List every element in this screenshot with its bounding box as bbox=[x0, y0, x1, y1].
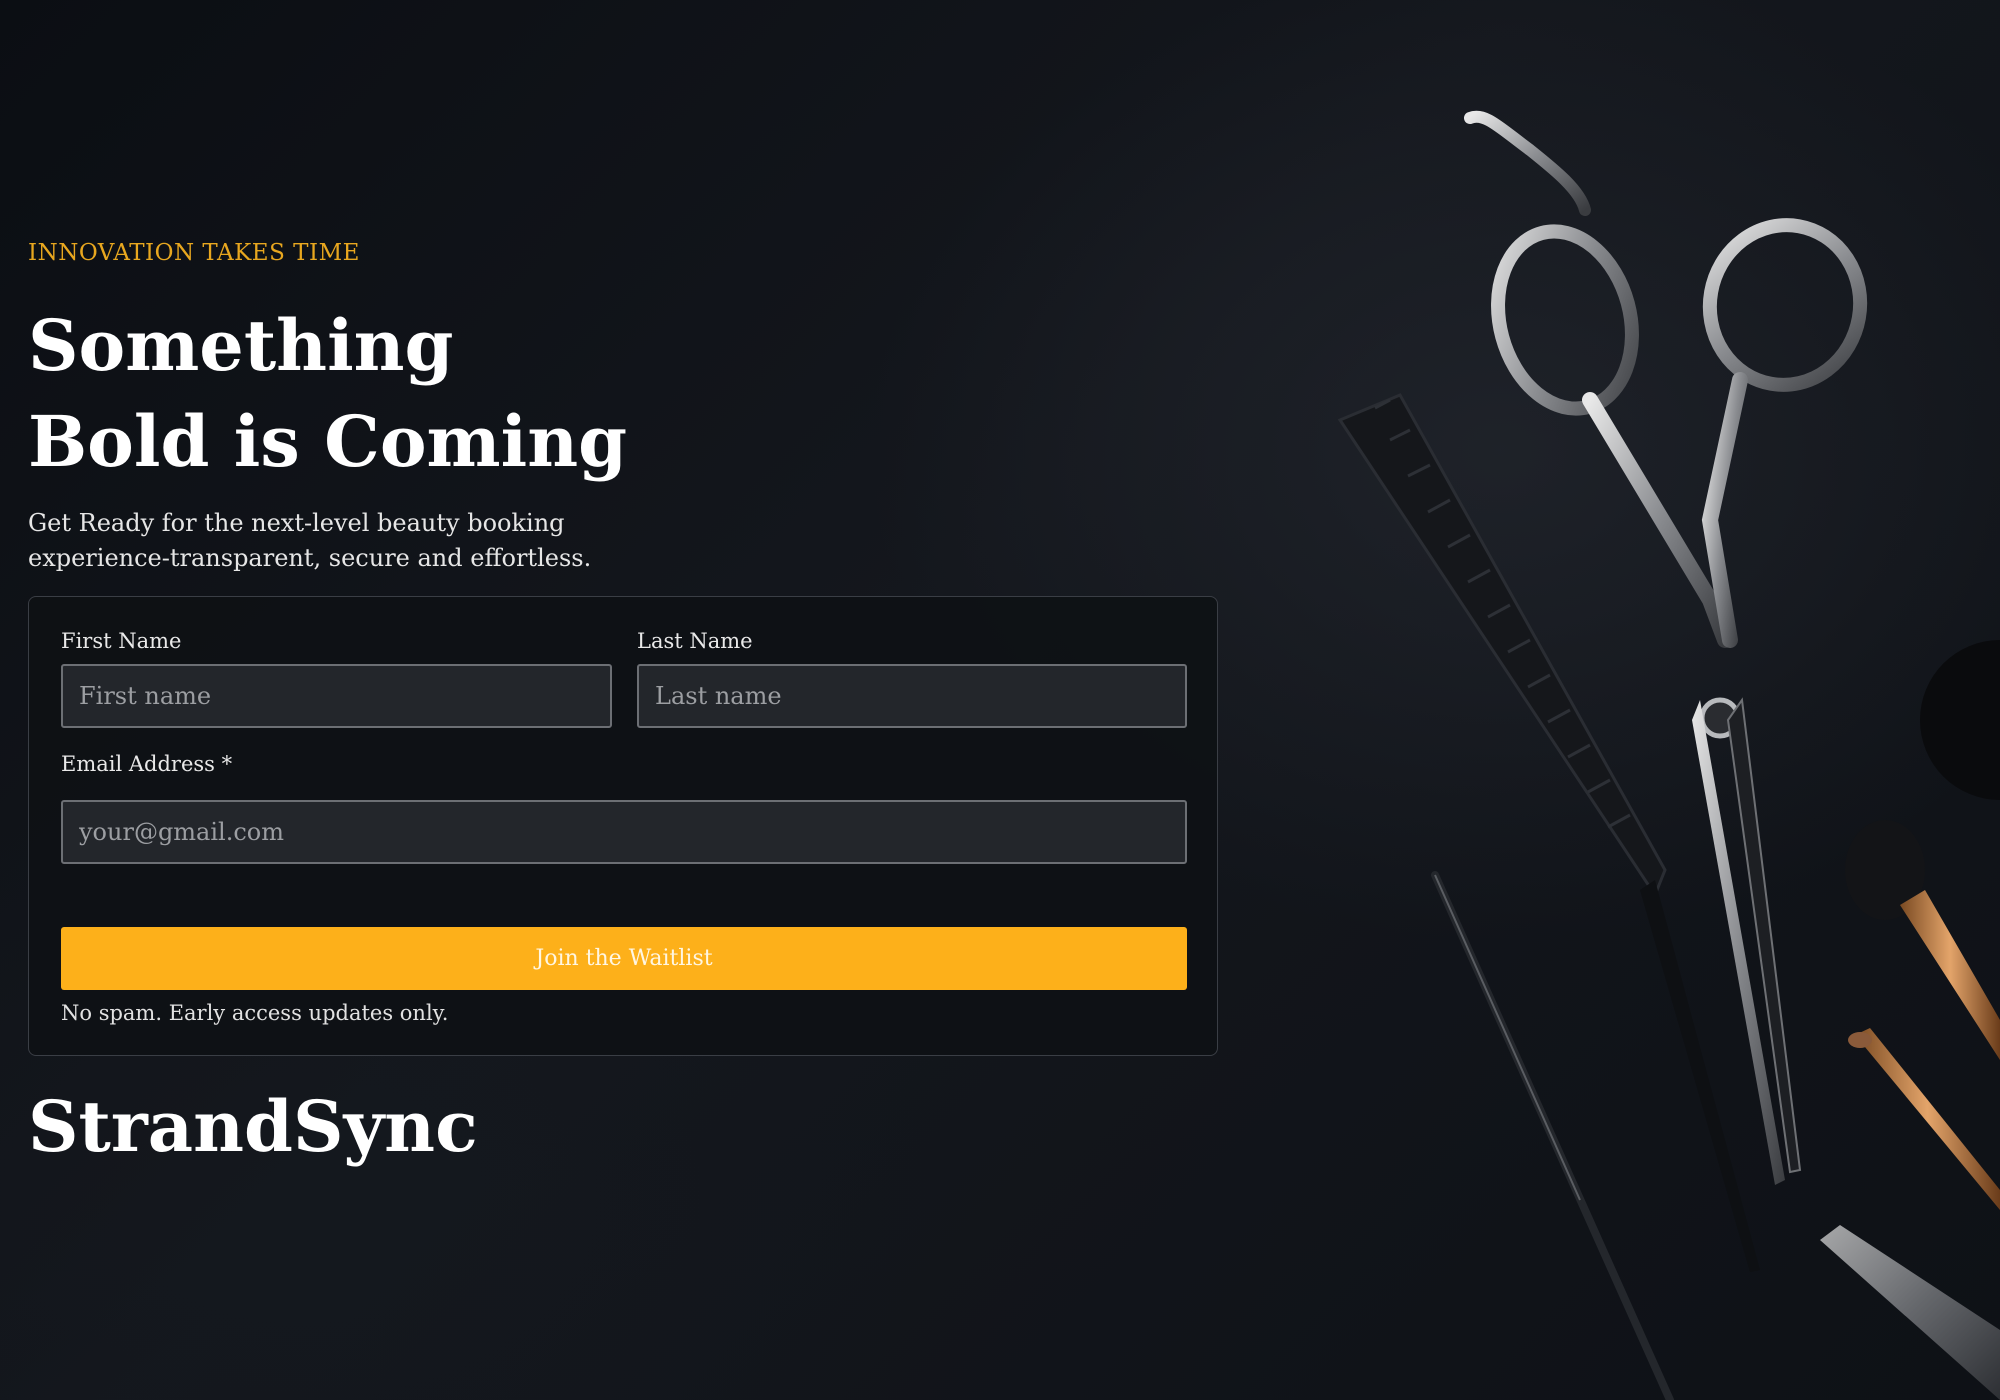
join-waitlist-button[interactable]: Join the Waitlist bbox=[61, 927, 1187, 990]
eyebrow-text: INNOVATION TAKES TIME bbox=[28, 240, 360, 266]
page-title: Something Bold is Coming bbox=[28, 298, 728, 490]
email-label: Email Address * bbox=[61, 752, 233, 776]
last-name-label: Last Name bbox=[637, 629, 753, 653]
hero-subtitle: Get Ready for the next-level beauty book… bbox=[28, 509, 592, 572]
waitlist-form: First Name Last Name Email Address * Joi… bbox=[28, 596, 1218, 1056]
makeup-brush-icon bbox=[1820, 640, 2000, 1400]
brand-logo: StrandSync bbox=[28, 1085, 478, 1168]
page-title-line-2: Bold is Coming bbox=[28, 400, 628, 483]
privacy-note: No spam. Early access updates only. bbox=[61, 1001, 449, 1025]
pick-icon bbox=[1431, 871, 1674, 1400]
first-name-label: First Name bbox=[61, 629, 182, 653]
last-name-input[interactable] bbox=[637, 664, 1187, 728]
barber-tools-illustration bbox=[1337, 110, 2000, 1400]
page-title-line-1: Something bbox=[28, 304, 454, 387]
email-input[interactable] bbox=[61, 800, 1187, 864]
first-name-input[interactable] bbox=[61, 664, 612, 728]
